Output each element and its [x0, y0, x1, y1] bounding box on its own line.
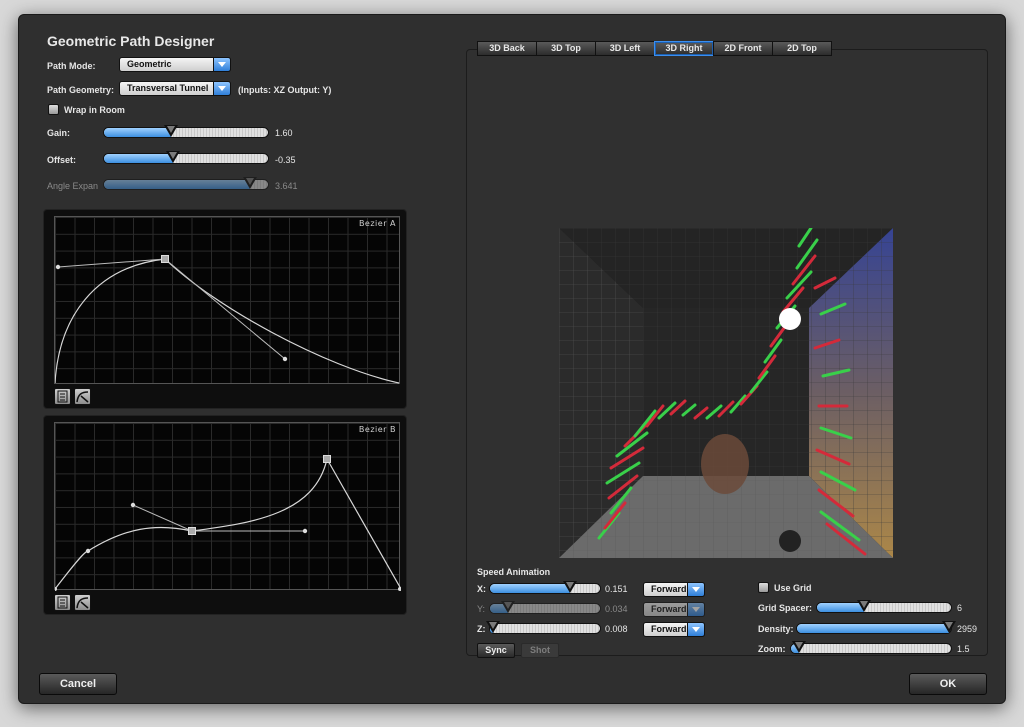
chevron-down-icon — [687, 622, 705, 637]
speed-x-slider-fill — [490, 584, 571, 593]
speed-x-label: X: — [477, 584, 486, 594]
path-geometry-select[interactable]: Transversal Tunnel — [119, 81, 231, 96]
offset-label: Offset: — [47, 155, 76, 165]
gain-slider-thumb[interactable] — [164, 125, 179, 139]
gain-value: 1.60 — [275, 128, 293, 138]
bezier-b-panel: Bezier B — [43, 415, 407, 615]
offset-slider-thumb[interactable] — [165, 151, 180, 165]
speed-z-value: 0.008 — [605, 624, 628, 634]
curve-tool-icon[interactable] — [74, 594, 91, 611]
path-mode-label: Path Mode: — [47, 61, 96, 71]
speed-y-value: 0.034 — [605, 604, 628, 614]
speed-x-value: 0.151 — [605, 584, 628, 594]
dialog-window: Geometric Path Designer Path Mode: Geome… — [18, 14, 1006, 704]
curve-tool-icon[interactable] — [74, 388, 91, 405]
speed-y-slider[interactable] — [489, 601, 601, 615]
speed-x-slider[interactable] — [489, 581, 601, 595]
offset-slider[interactable] — [103, 151, 269, 165]
path-mode-select[interactable]: Geometric — [119, 57, 231, 72]
offset-slider-fill — [104, 154, 173, 163]
bezier-b-title: Bezier B — [358, 425, 396, 434]
speed-z-slider-thumb[interactable] — [486, 621, 501, 635]
tab-3d-right[interactable]: 3D Right — [654, 41, 714, 56]
speed-z-direction-value: Forward — [651, 624, 687, 634]
gain-slider-fill — [104, 128, 172, 137]
3d-viewport-panel — [466, 49, 988, 656]
speed-z-direction-select[interactable]: Forward — [643, 622, 705, 637]
use-grid-label: Use Grid — [774, 583, 812, 593]
wrap-in-room-checkbox[interactable] — [48, 104, 59, 115]
bezier-a-title: Bezier A — [358, 219, 396, 228]
speed-z-label: Z: — [477, 624, 486, 634]
shot-button[interactable]: Shot — [521, 643, 559, 658]
zoom-value: 1.5 — [957, 644, 970, 654]
zoom-slider[interactable] — [790, 641, 952, 655]
document-icon[interactable] — [54, 594, 71, 611]
zoom-label: Zoom: — [758, 644, 786, 654]
speed-y-direction-value: Forward — [651, 604, 687, 614]
grid-spacer-slider[interactable] — [816, 600, 952, 614]
speed-z-slider[interactable] — [486, 621, 601, 635]
speed-x-slider-thumb[interactable] — [563, 581, 578, 595]
density-label: Density: — [758, 624, 794, 634]
angle-expansion-slider-fill — [104, 180, 250, 189]
chevron-down-icon — [687, 602, 705, 617]
grid-spacer-label: Grid Spacer: — [758, 603, 813, 613]
bezier-a-grid[interactable] — [54, 216, 400, 384]
speed-x-direction-select[interactable]: Forward — [643, 582, 705, 597]
tab-2d-top[interactable]: 2D Top — [772, 41, 832, 56]
speed-x-direction-value: Forward — [651, 584, 687, 594]
chevron-down-icon — [213, 57, 231, 72]
offset-value: -0.35 — [275, 155, 296, 165]
angle-expansion-slider-thumb[interactable] — [242, 177, 257, 191]
sync-button[interactable]: Sync — [477, 643, 515, 658]
grid-spacer-value: 6 — [957, 603, 963, 613]
tab-3d-left[interactable]: 3D Left — [595, 41, 655, 56]
chevron-down-icon — [213, 81, 231, 96]
angle-expansion-slider[interactable] — [103, 177, 269, 191]
bezier-b-curve[interactable] — [55, 423, 401, 591]
angle-expansion-label: Angle Expan — [47, 181, 99, 191]
density-value: 2959 — [957, 624, 978, 634]
path-geometry-value: Transversal Tunnel — [127, 83, 209, 93]
grid-spacer-slider-thumb[interactable] — [856, 600, 871, 614]
tab-3d-back[interactable]: 3D Back — [477, 41, 537, 56]
speed-y-label: Y: — [477, 604, 486, 614]
tab-2d-front[interactable]: 2D Front — [713, 41, 773, 56]
bezier-a-panel: Bezier A — [43, 209, 407, 409]
density-slider[interactable] — [796, 621, 957, 634]
speed-y-direction-select[interactable]: Forward — [643, 602, 705, 617]
document-icon[interactable] — [54, 388, 71, 405]
density-slider-fill — [797, 624, 950, 633]
density-slider-thumb[interactable] — [942, 621, 957, 635]
3d-room-view[interactable] — [559, 228, 893, 558]
path-mode-value: Geometric — [127, 59, 172, 69]
wrap-in-room-label: Wrap in Room — [64, 105, 125, 115]
use-grid-checkbox[interactable] — [758, 582, 769, 593]
speed-y-slider-thumb[interactable] — [500, 601, 515, 615]
ok-button[interactable]: OK — [909, 673, 987, 695]
dialog-title: Geometric Path Designer — [47, 33, 215, 49]
gain-slider[interactable] — [103, 125, 269, 139]
zoom-slider-thumb[interactable] — [792, 641, 806, 655]
bezier-b-grid[interactable] — [54, 422, 401, 591]
bezier-a-curve[interactable] — [55, 217, 401, 385]
angle-expansion-value: 3.641 — [275, 181, 298, 191]
speed-animation-title: Speed Animation — [477, 567, 551, 577]
cancel-button[interactable]: Cancel — [39, 673, 117, 695]
path-geometry-label: Path Geometry: — [47, 85, 115, 95]
path-geometry-note: (Inputs: XZ Output: Y) — [238, 85, 332, 95]
chevron-down-icon — [687, 582, 705, 597]
gain-label: Gain: — [47, 128, 71, 138]
tab-3d-top[interactable]: 3D Top — [536, 41, 596, 56]
